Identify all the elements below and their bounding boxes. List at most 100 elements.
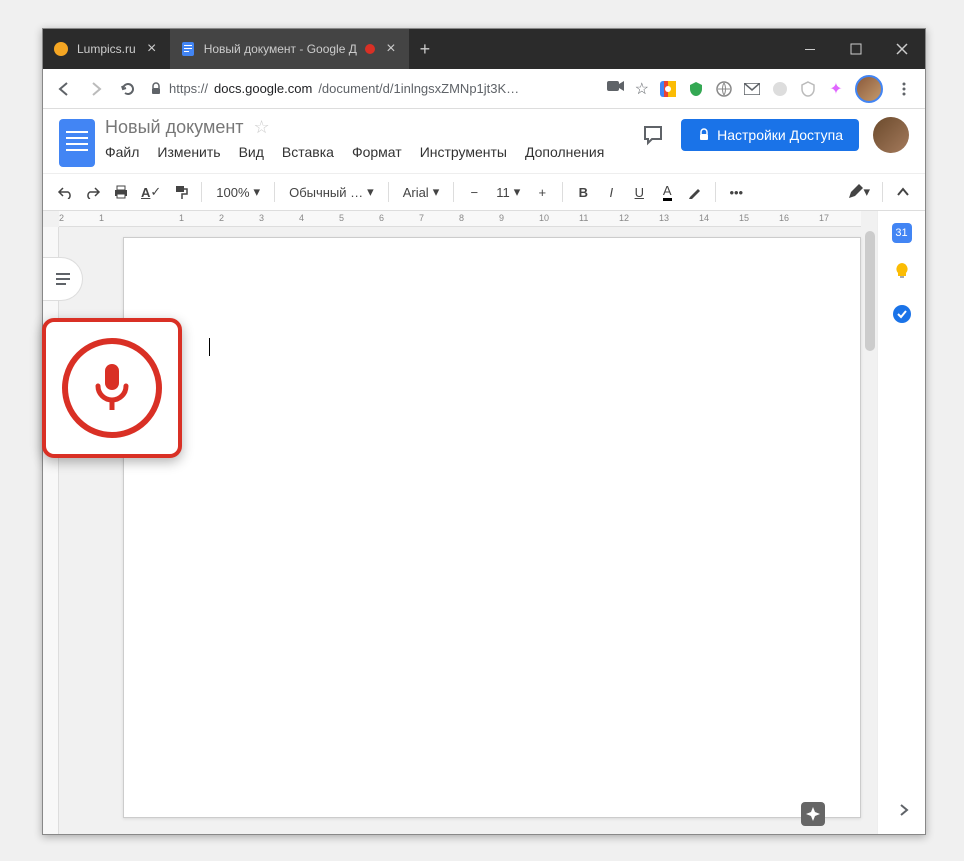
separator bbox=[388, 182, 389, 202]
docs-logo-icon[interactable] bbox=[59, 119, 95, 167]
extension-icon[interactable]: ✦ bbox=[827, 80, 845, 98]
bold-button[interactable]: B bbox=[571, 179, 595, 205]
scrollbar-thumb[interactable] bbox=[865, 231, 875, 351]
docs-header: Новый документ ☆ Файл Изменить Вид Встав… bbox=[43, 109, 925, 167]
url-protocol: https:// bbox=[169, 81, 208, 96]
close-icon[interactable]: × bbox=[144, 41, 160, 57]
italic-button[interactable]: I bbox=[599, 179, 623, 205]
chevron-down-icon: ▾ bbox=[254, 184, 261, 200]
zoom-selector[interactable]: 100% ▾ bbox=[210, 184, 266, 200]
extension-icon[interactable] bbox=[659, 80, 677, 98]
lock-icon bbox=[149, 82, 163, 96]
profile-avatar[interactable] bbox=[855, 75, 883, 103]
share-button[interactable]: Настройки Доступа bbox=[681, 119, 859, 151]
more-button[interactable]: ••• bbox=[724, 179, 748, 205]
outline-toggle-button[interactable] bbox=[43, 257, 83, 301]
separator bbox=[715, 182, 716, 202]
keep-button[interactable] bbox=[892, 261, 912, 286]
browser-tab-docs[interactable]: Новый документ - Google Д × bbox=[170, 29, 409, 69]
window-close-button[interactable] bbox=[879, 29, 925, 69]
url-path: /document/d/1inlngsxZMNp1jt3K… bbox=[318, 81, 519, 96]
tasks-button[interactable] bbox=[892, 304, 912, 329]
window-minimize-button[interactable] bbox=[787, 29, 833, 69]
ruler-tick: 3 bbox=[259, 213, 264, 223]
hide-sidepanel-button[interactable] bbox=[897, 803, 911, 822]
ruler-tick: 11 bbox=[579, 213, 588, 223]
window-maximize-button[interactable] bbox=[833, 29, 879, 69]
ruler-tick: 8 bbox=[459, 213, 464, 223]
ruler-tick: 13 bbox=[659, 213, 669, 223]
docs-menubar: Файл Изменить Вид Вставка Формат Инструм… bbox=[105, 144, 629, 160]
menu-insert[interactable]: Вставка bbox=[282, 144, 334, 160]
nav-reload-button[interactable] bbox=[117, 78, 139, 100]
ruler-tick: 2 bbox=[59, 213, 64, 223]
new-tab-button[interactable]: + bbox=[409, 29, 441, 69]
star-icon[interactable]: ☆ bbox=[254, 117, 270, 138]
font-size-selector[interactable]: 11 ▾ bbox=[490, 184, 526, 200]
ruler-tick: 1 bbox=[99, 213, 104, 223]
document-page[interactable] bbox=[123, 237, 861, 818]
ruler-tick: 12 bbox=[619, 213, 629, 223]
extension-icon[interactable] bbox=[771, 80, 789, 98]
extension-icon[interactable] bbox=[687, 80, 705, 98]
ruler-tick: 1 bbox=[179, 213, 184, 223]
extension-icon[interactable] bbox=[715, 80, 733, 98]
menu-tools[interactable]: Инструменты bbox=[420, 144, 507, 160]
favicon-lumpics bbox=[53, 41, 69, 57]
extension-icon[interactable] bbox=[743, 80, 761, 98]
explore-button[interactable] bbox=[801, 802, 825, 826]
menu-addons[interactable]: Дополнения bbox=[525, 144, 604, 160]
calendar-button[interactable]: 31 bbox=[892, 223, 912, 243]
recording-indicator-icon bbox=[365, 44, 375, 54]
extension-icon[interactable] bbox=[799, 80, 817, 98]
text-color-button[interactable]: A bbox=[655, 179, 679, 205]
menu-edit[interactable]: Изменить bbox=[157, 144, 220, 160]
camera-icon[interactable] bbox=[607, 79, 625, 98]
ruler-tick: 7 bbox=[419, 213, 424, 223]
redo-button[interactable] bbox=[81, 179, 105, 205]
docs-content-area: 211234567891011121314151617 31 bbox=[43, 211, 925, 834]
text-cursor bbox=[209, 338, 210, 356]
ruler-tick: 14 bbox=[699, 213, 709, 223]
undo-button[interactable] bbox=[53, 179, 77, 205]
bookmark-star-icon[interactable]: ☆ bbox=[635, 79, 649, 99]
comments-button[interactable] bbox=[639, 121, 667, 149]
side-panel: 31 bbox=[877, 211, 925, 834]
browser-tab-lumpics[interactable]: Lumpics.ru × bbox=[43, 29, 170, 69]
close-icon[interactable]: × bbox=[383, 41, 399, 57]
ruler-tick: 10 bbox=[539, 213, 549, 223]
underline-button[interactable]: U bbox=[627, 179, 651, 205]
ruler-tick: 5 bbox=[339, 213, 344, 223]
ruler-tick: 15 bbox=[739, 213, 749, 223]
spellcheck-button[interactable]: A✓ bbox=[137, 179, 165, 205]
ruler-tick: 17 bbox=[819, 213, 829, 223]
separator bbox=[882, 182, 883, 202]
font-selector[interactable]: Arial ▾ bbox=[397, 184, 446, 200]
account-avatar[interactable] bbox=[873, 117, 909, 153]
menu-file[interactable]: Файл bbox=[105, 144, 139, 160]
ruler-tick: 9 bbox=[499, 213, 504, 223]
nav-back-button[interactable] bbox=[53, 78, 75, 100]
font-size-decrease[interactable]: − bbox=[462, 179, 486, 205]
edit-mode-button[interactable]: ▾ bbox=[843, 179, 874, 205]
style-selector[interactable]: Обычный … ▾ bbox=[283, 184, 380, 200]
horizontal-ruler[interactable]: 211234567891011121314151617 bbox=[59, 211, 861, 227]
nav-forward-button[interactable] bbox=[85, 78, 107, 100]
lock-icon bbox=[697, 128, 711, 142]
document-title[interactable]: Новый документ bbox=[105, 117, 244, 138]
separator bbox=[453, 182, 454, 202]
print-button[interactable] bbox=[109, 179, 133, 205]
menu-view[interactable]: Вид bbox=[239, 144, 264, 160]
highlight-button[interactable] bbox=[683, 179, 707, 205]
browser-menu-button[interactable] bbox=[893, 78, 915, 100]
voice-typing-widget[interactable] bbox=[42, 318, 182, 458]
font-size-increase[interactable]: + bbox=[530, 179, 554, 205]
paint-format-button[interactable] bbox=[169, 179, 193, 205]
extension-icons: ✦ bbox=[659, 80, 845, 98]
separator bbox=[562, 182, 563, 202]
separator bbox=[274, 182, 275, 202]
collapse-toolbar-button[interactable] bbox=[891, 179, 915, 205]
url-field[interactable]: https://docs.google.com/document/d/1inln… bbox=[149, 81, 597, 96]
chevron-down-icon: ▾ bbox=[367, 184, 374, 200]
menu-format[interactable]: Формат bbox=[352, 144, 402, 160]
